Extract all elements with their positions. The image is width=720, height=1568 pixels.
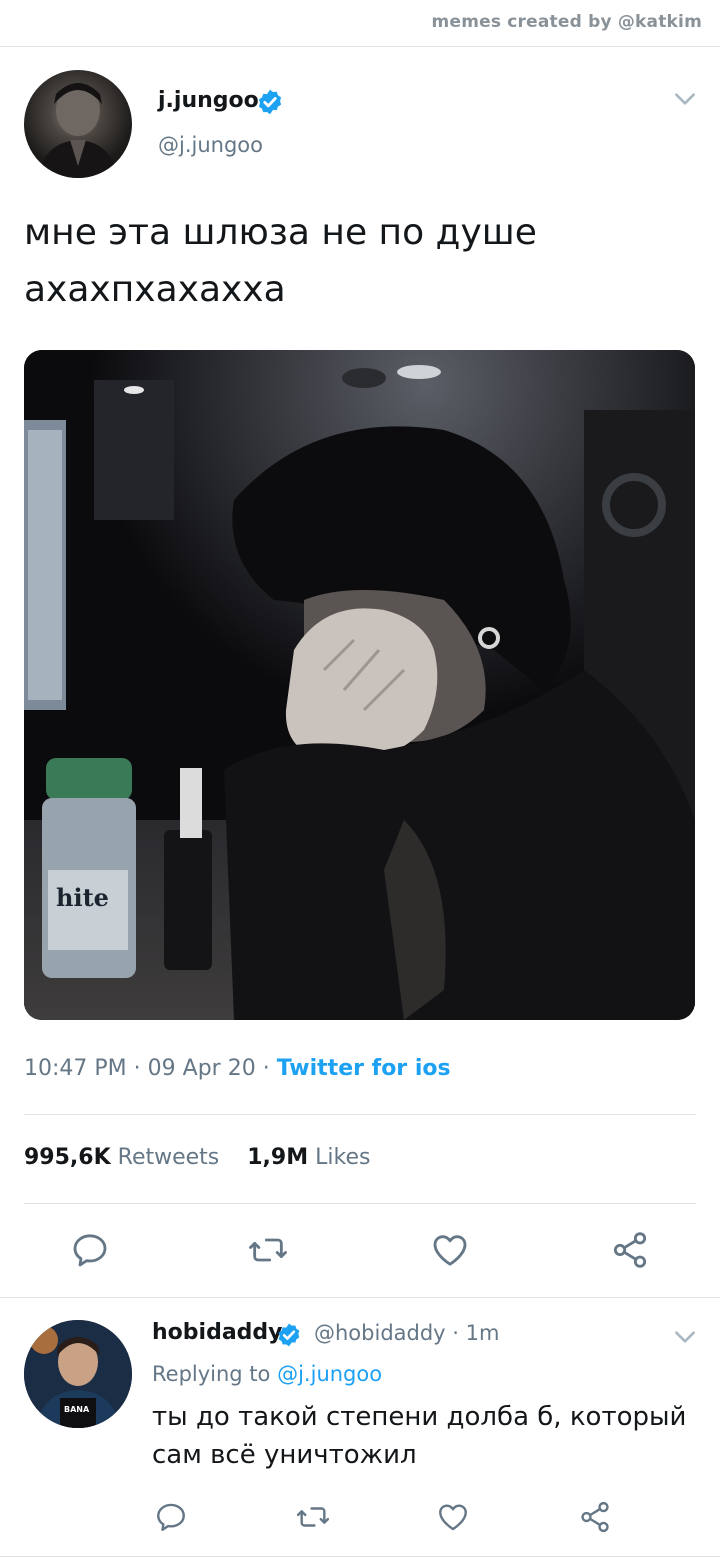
replying-to: Replying to @j.jungoo bbox=[152, 1362, 382, 1386]
credit-watermark: memes created by @katkim bbox=[431, 12, 702, 32]
avatar-photo bbox=[38, 83, 118, 178]
retweets-label: Retweets bbox=[117, 1145, 220, 1170]
reply-text: ты до такой степени долба б, который сам… bbox=[152, 1398, 697, 1474]
reply-icon[interactable] bbox=[154, 1500, 188, 1534]
top-divider bbox=[0, 46, 720, 47]
likes-label: Likes bbox=[315, 1145, 371, 1170]
reply-text-line: ты до такой степени долба б, который bbox=[152, 1402, 687, 1432]
author-avatar[interactable] bbox=[24, 70, 132, 178]
share-icon[interactable] bbox=[610, 1230, 650, 1270]
tweet-date: 09 Apr 20 bbox=[147, 1056, 256, 1081]
share-icon[interactable] bbox=[578, 1500, 612, 1534]
svg-text:BANA: BANA bbox=[64, 1405, 90, 1414]
reply-time: 1m bbox=[465, 1321, 500, 1345]
meta-dot: · bbox=[133, 1056, 141, 1081]
reply-author-name[interactable]: hobidaddy bbox=[152, 1320, 283, 1345]
retweet-icon[interactable] bbox=[248, 1230, 288, 1270]
like-icon[interactable] bbox=[430, 1230, 470, 1270]
retweet-icon[interactable] bbox=[296, 1500, 330, 1534]
like-icon[interactable] bbox=[436, 1500, 470, 1534]
reply-text-line: сам всё уничтожил bbox=[152, 1440, 417, 1470]
tweet-meta: 10:47 PM · 09 Apr 20 · Twitter for ios bbox=[24, 1056, 451, 1081]
tweet-stats: 995,6K Retweets 1,9M Likes bbox=[24, 1145, 370, 1170]
reply-icon[interactable] bbox=[70, 1230, 110, 1270]
likes-stat[interactable]: 1,9M Likes bbox=[247, 1145, 370, 1170]
section-divider bbox=[0, 1297, 720, 1298]
likes-count: 1,9M bbox=[247, 1145, 309, 1170]
media-photo: hite bbox=[24, 350, 695, 1020]
bottle-label: hite bbox=[56, 883, 109, 912]
divider bbox=[24, 1114, 696, 1115]
author-handle[interactable]: @j.jungoo bbox=[158, 133, 263, 157]
meta-dot: · bbox=[452, 1321, 459, 1345]
tweet-media-image[interactable]: hite bbox=[24, 350, 695, 1020]
replying-to-handle[interactable]: @j.jungoo bbox=[277, 1362, 382, 1386]
tweet-text-line: мне эта шлюза не по душе bbox=[24, 212, 537, 253]
retweets-count: 995,6K bbox=[24, 1145, 111, 1170]
divider bbox=[24, 1203, 696, 1204]
section-divider bbox=[0, 1556, 720, 1557]
tweet-text: мне эта шлюза не по душе ахахпхахахха bbox=[24, 204, 694, 318]
verified-badge-icon bbox=[278, 1323, 300, 1347]
verified-badge-icon bbox=[258, 89, 282, 115]
tweet-source-link[interactable]: Twitter for ios bbox=[277, 1056, 451, 1081]
reply-author-handle-time: @hobidaddy · 1m bbox=[314, 1321, 500, 1345]
chevron-down-icon[interactable] bbox=[672, 1324, 698, 1350]
retweets-stat[interactable]: 995,6K Retweets bbox=[24, 1145, 219, 1170]
tweet-time: 10:47 PM bbox=[24, 1056, 127, 1081]
reply-author-avatar[interactable]: BANA bbox=[24, 1320, 132, 1428]
reply-author-handle[interactable]: @hobidaddy bbox=[314, 1321, 446, 1345]
author-name[interactable]: j.jungoo bbox=[158, 88, 259, 113]
meta-dot: · bbox=[262, 1056, 270, 1081]
replying-label: Replying to bbox=[152, 1362, 271, 1386]
chevron-down-icon[interactable] bbox=[672, 86, 698, 112]
tweet-text-line: ахахпхахахха bbox=[24, 269, 286, 310]
avatar-photo: BANA bbox=[24, 1320, 132, 1428]
